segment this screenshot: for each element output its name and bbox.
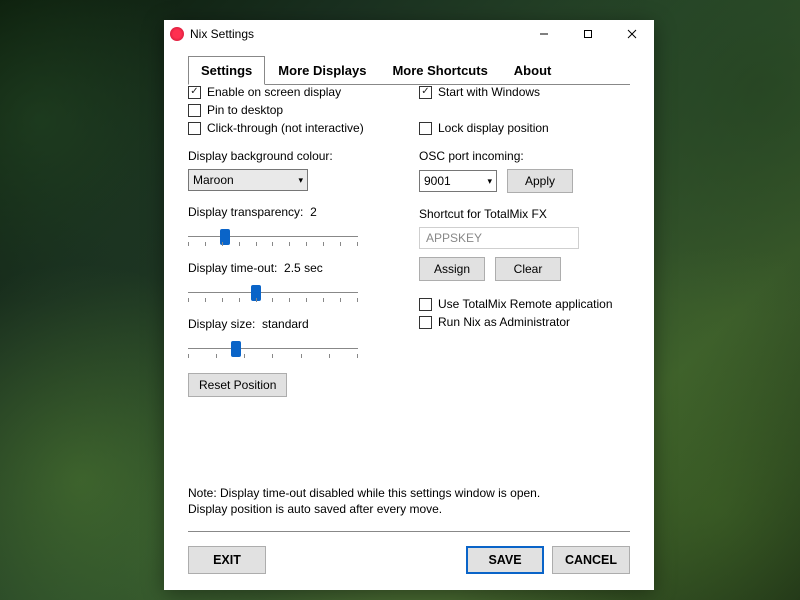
start-windows-label: Start with Windows	[438, 85, 540, 99]
chevron-down-icon: ▾	[487, 176, 492, 187]
bg-colour-label: Display background colour:	[188, 149, 399, 163]
transparency-value: 2	[310, 205, 317, 219]
app-icon	[170, 27, 184, 41]
apply-button[interactable]: Apply	[507, 169, 573, 193]
click-through-checkbox[interactable]	[188, 122, 201, 135]
close-button[interactable]	[610, 20, 654, 48]
osc-port-label: OSC port incoming:	[419, 149, 630, 163]
chevron-down-icon: ▾	[298, 175, 303, 186]
tab-settings[interactable]: Settings	[188, 56, 265, 85]
lock-position-checkbox[interactable]	[419, 122, 432, 135]
left-column: ✓ Enable on screen display Pin to deskto…	[188, 85, 399, 397]
shortcut-value: APPSKEY	[426, 231, 482, 245]
transparency-slider[interactable]	[188, 227, 358, 247]
timeout-value: 2.5 sec	[284, 261, 323, 275]
titlebar-buttons	[522, 20, 654, 48]
osc-port-value: 9001	[424, 174, 451, 188]
clear-button[interactable]: Clear	[495, 257, 561, 281]
shortcut-input[interactable]: APPSKEY	[419, 227, 579, 249]
right-column: ✓ Start with Windows x Lock display posi…	[419, 85, 630, 397]
window-title: Nix Settings	[190, 27, 254, 41]
minimize-button[interactable]	[522, 20, 566, 48]
bg-colour-select[interactable]: Maroon ▾	[188, 169, 308, 191]
transparency-label: Display transparency:	[188, 205, 303, 219]
run-admin-checkbox[interactable]	[419, 316, 432, 329]
tab-bar: Settings More Displays More Shortcuts Ab…	[188, 56, 630, 85]
exit-button[interactable]: EXIT	[188, 546, 266, 574]
maximize-icon	[583, 29, 593, 39]
enable-osd-label: Enable on screen display	[207, 85, 341, 99]
note-line-2: Display position is auto saved after eve…	[188, 502, 442, 516]
footer-note: Note: Display time-out disabled while th…	[188, 485, 630, 517]
enable-osd-checkbox[interactable]: ✓	[188, 86, 201, 99]
note-line-1: Note: Display time-out disabled while th…	[188, 486, 540, 500]
minimize-icon	[539, 29, 549, 39]
tab-more-shortcuts[interactable]: More Shortcuts	[379, 56, 500, 85]
reset-position-button[interactable]: Reset Position	[188, 373, 287, 397]
pin-desktop-checkbox[interactable]	[188, 104, 201, 117]
cancel-button[interactable]: CANCEL	[552, 546, 630, 574]
size-slider[interactable]	[188, 339, 358, 359]
tab-more-displays[interactable]: More Displays	[265, 56, 379, 85]
run-admin-label: Run Nix as Administrator	[438, 315, 570, 329]
osc-port-select[interactable]: 9001 ▾	[419, 170, 497, 192]
bg-colour-value: Maroon	[193, 173, 234, 187]
start-windows-checkbox[interactable]: ✓	[419, 86, 432, 99]
maximize-button[interactable]	[566, 20, 610, 48]
titlebar: Nix Settings	[164, 20, 654, 48]
lock-position-label: Lock display position	[438, 121, 549, 135]
use-remote-checkbox[interactable]	[419, 298, 432, 311]
size-label: Display size:	[188, 317, 255, 331]
divider	[188, 531, 630, 532]
settings-window: Nix Settings Settings More Displays More…	[164, 20, 654, 590]
timeout-slider[interactable]	[188, 283, 358, 303]
dialog-footer: EXIT SAVE CANCEL	[164, 536, 654, 590]
shortcut-label: Shortcut for TotalMix FX	[419, 207, 630, 221]
size-value: standard	[262, 317, 309, 331]
timeout-label: Display time-out:	[188, 261, 277, 275]
save-button[interactable]: SAVE	[466, 546, 544, 574]
close-icon	[627, 29, 637, 39]
pin-desktop-label: Pin to desktop	[207, 103, 283, 117]
tab-about[interactable]: About	[501, 56, 565, 85]
assign-button[interactable]: Assign	[419, 257, 485, 281]
use-remote-label: Use TotalMix Remote application	[438, 297, 613, 311]
click-through-label: Click-through (not interactive)	[207, 121, 364, 135]
